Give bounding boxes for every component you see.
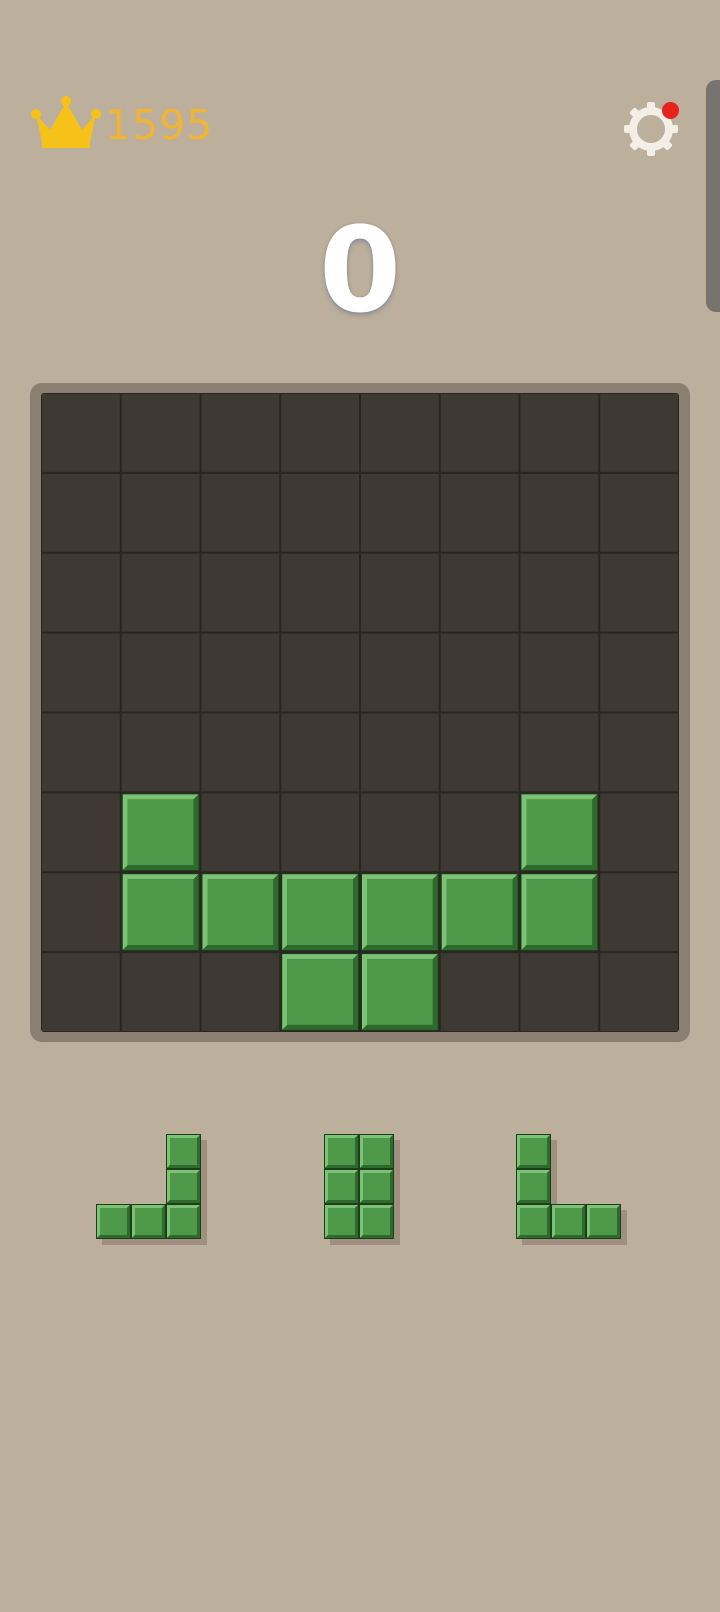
board-cell-empty — [42, 793, 120, 872]
board-cell-empty — [361, 553, 439, 632]
board-cell-empty — [600, 394, 678, 472]
board-cell-empty — [440, 553, 519, 632]
board-cell-empty — [121, 713, 200, 792]
board-cell-empty — [121, 953, 200, 1031]
board-cell-empty — [201, 633, 280, 712]
piece-block — [324, 1204, 359, 1239]
board-cell-empty — [440, 793, 519, 872]
board-cell-empty — [361, 793, 439, 872]
board-cell-empty — [201, 553, 280, 632]
tray-piece-square[interactable] — [324, 1134, 400, 1245]
best-score: 1595 — [105, 101, 214, 149]
board-cell-empty — [520, 633, 599, 712]
piece-block — [96, 1204, 131, 1239]
board-frame — [30, 383, 690, 1042]
board-cell-empty — [600, 473, 678, 552]
board-block — [520, 873, 599, 951]
board-block — [440, 873, 519, 951]
board-cell-empty — [42, 873, 120, 952]
board-cell-empty — [600, 713, 678, 792]
piece-tray — [0, 1134, 720, 1290]
board-block — [121, 873, 200, 951]
board-cell-empty — [201, 394, 280, 472]
board-cell-empty — [42, 633, 120, 712]
notification-dot — [662, 102, 679, 119]
piece-block — [166, 1134, 201, 1169]
board-cell-empty — [281, 713, 359, 792]
board-cell-empty — [361, 713, 439, 792]
board-block — [281, 873, 359, 951]
board-cell-empty — [440, 473, 519, 552]
board-cell-empty — [440, 633, 519, 712]
board-cell-empty — [600, 793, 678, 872]
board-cell-empty — [520, 553, 599, 632]
board-cell-empty — [201, 953, 280, 1031]
crown-icon — [30, 96, 102, 152]
piece-block — [131, 1204, 166, 1239]
board-cell-empty — [121, 394, 200, 472]
piece-block — [359, 1204, 394, 1239]
piece-block — [516, 1169, 551, 1204]
board-cell-empty — [42, 394, 120, 472]
board-cell-empty — [42, 473, 120, 552]
board-cell-empty — [520, 394, 599, 472]
board-cell-empty — [361, 394, 439, 472]
board-cell-empty — [201, 713, 280, 792]
board-cell-empty — [520, 473, 599, 552]
board-cell-empty — [600, 953, 678, 1031]
board-cell-empty — [361, 633, 439, 712]
square-2x3-piece-shape — [324, 1134, 400, 1245]
tray-piece-j[interactable] — [96, 1134, 207, 1245]
piece-block — [359, 1169, 394, 1204]
piece-block — [551, 1204, 586, 1239]
board-cell-empty — [440, 953, 519, 1031]
board-cell-empty — [121, 553, 200, 632]
game-board[interactable] — [41, 393, 679, 1032]
board-cell-empty — [42, 953, 120, 1031]
piece-block — [359, 1134, 394, 1169]
board-cell-empty — [281, 553, 359, 632]
board-cell-empty — [600, 873, 678, 952]
l-piece-shape — [516, 1134, 627, 1245]
piece-block — [166, 1204, 201, 1239]
board-cell-empty — [600, 633, 678, 712]
board-cell-empty — [281, 473, 359, 552]
board-cell-empty — [201, 473, 280, 552]
piece-block — [166, 1169, 201, 1204]
board-cell-empty — [121, 633, 200, 712]
top-bar: 1595 — [0, 0, 720, 200]
board-block — [121, 793, 200, 872]
board-grid — [42, 394, 678, 1031]
current-score: 0 — [318, 201, 402, 339]
board-cell-empty — [42, 713, 120, 792]
board-cell-empty — [121, 473, 200, 552]
piece-block — [586, 1204, 621, 1239]
board-cell-empty — [520, 953, 599, 1031]
piece-block — [324, 1134, 359, 1169]
j-piece-shape — [96, 1134, 207, 1245]
board-cell-empty — [440, 713, 519, 792]
board-cell-empty — [600, 553, 678, 632]
piece-block — [324, 1169, 359, 1204]
tray-piece-l[interactable] — [516, 1134, 627, 1245]
board-cell-empty — [361, 473, 439, 552]
board-block — [281, 953, 359, 1031]
board-cell-empty — [281, 633, 359, 712]
board-cell-empty — [281, 394, 359, 472]
piece-block — [516, 1134, 551, 1169]
board-cell-empty — [440, 394, 519, 472]
board-block — [520, 793, 599, 872]
piece-block — [516, 1204, 551, 1239]
board-cell-empty — [520, 713, 599, 792]
board-cell-empty — [281, 793, 359, 872]
board-block — [201, 873, 280, 951]
board-block — [361, 953, 439, 1031]
board-block — [361, 873, 439, 951]
board-cell-empty — [42, 553, 120, 632]
board-cell-empty — [201, 793, 280, 872]
